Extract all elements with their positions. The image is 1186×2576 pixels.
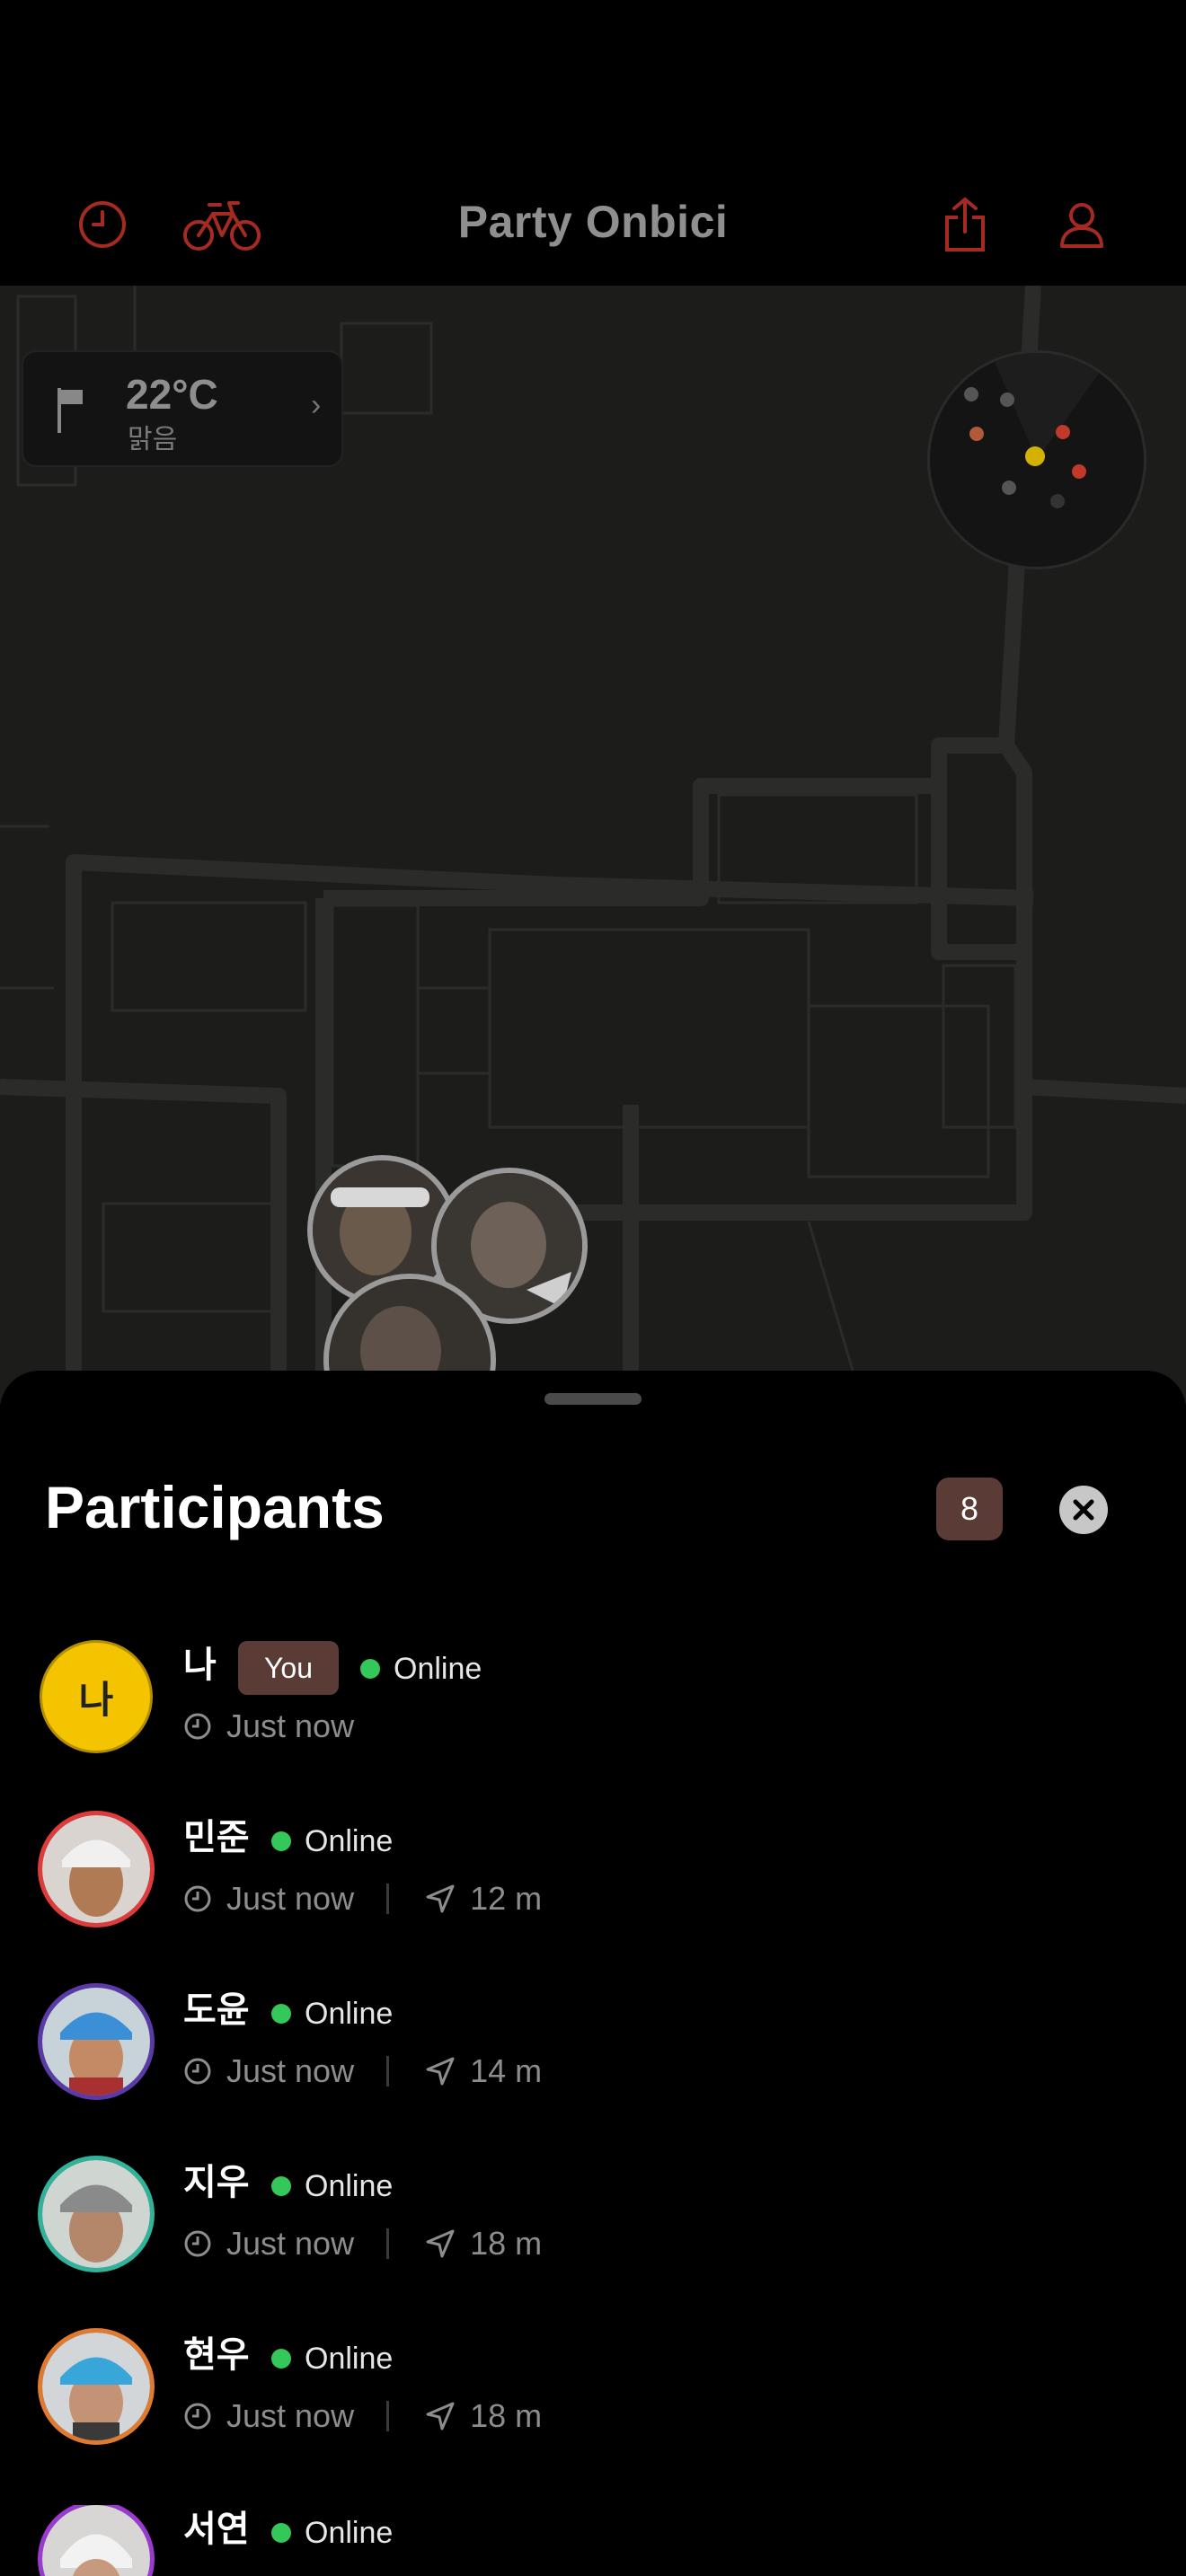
clock-icon [184, 2403, 211, 2430]
meta-separator [386, 2056, 390, 2086]
avatar [42, 1815, 150, 1923]
avatar-photo-icon [42, 2505, 150, 2576]
participant-name: 민준 [183, 1818, 250, 1857]
location-arrow-icon [426, 2057, 455, 2086]
share-button[interactable] [929, 189, 1001, 260]
sheet-title: Participants [45, 1474, 385, 1540]
clock-icon [184, 2058, 211, 2085]
participant-meta: Just now 18 m [183, 2397, 542, 2435]
clock-icon [184, 1885, 211, 1912]
participant-name: 서연 [183, 2510, 250, 2549]
flag-icon [58, 388, 83, 433]
close-icon [1073, 1499, 1094, 1521]
distance-text: 12 m [470, 1880, 543, 1917]
last-seen-text: Just now [226, 2052, 355, 2089]
distance-text: 18 m [470, 2225, 543, 2262]
page-title: Party Onbici [457, 197, 729, 247]
participant-name: 나 [183, 1645, 217, 1685]
radar-icon [964, 353, 1101, 508]
share-icon [945, 197, 985, 251]
online-indicator [271, 1831, 291, 1851]
status-text: Online [305, 2342, 394, 2376]
participant-meta: Just now 18 m [183, 2225, 542, 2263]
avatar-photo-icon [42, 2333, 150, 2440]
avatar [42, 2160, 150, 2268]
location-arrow-icon [426, 1884, 455, 1913]
participant-row[interactable]: 현우 Online Just now 18 m [0, 2333, 1186, 2503]
avatar-photo-icon [42, 2160, 150, 2268]
online-indicator [271, 2349, 291, 2369]
chevron-right-icon: › [311, 388, 322, 422]
status-text: Online [305, 1997, 394, 2031]
participant-meta: Just now 12 m [183, 1880, 542, 1918]
status-text: Online [305, 2169, 394, 2203]
participant-count-badge: 8 [936, 1478, 1003, 1540]
avatar [42, 2505, 150, 2576]
last-seen-text: Just now [226, 1880, 355, 1917]
participant-row[interactable]: 도윤 Online Just now 14 m [0, 1988, 1186, 2158]
location-arrow-icon [426, 2229, 455, 2258]
meta-separator [386, 2228, 390, 2259]
clock-icon [184, 1713, 211, 1740]
online-indicator [271, 2004, 291, 2024]
status-text: Online [305, 1824, 394, 1858]
participant-meta: Just now [183, 1707, 354, 1745]
weather-temperature: 22°C [126, 371, 218, 418]
distance-text: 18 m [470, 2397, 543, 2434]
last-seen-text: Just now [226, 2225, 355, 2262]
participant-row[interactable]: 서연 Online [0, 2505, 1186, 2576]
location-arrow-icon [426, 2402, 455, 2430]
status-text: Online [394, 1652, 482, 1686]
clock-icon [184, 2230, 211, 2257]
status-text: Online [305, 2516, 394, 2550]
distance-text: 14 m [470, 2052, 543, 2089]
avatar-photo-icon [42, 1815, 150, 1923]
profile-button[interactable] [1046, 189, 1118, 260]
avatar-photo-icon [42, 1988, 150, 2095]
sheet-grabber[interactable] [544, 1393, 642, 1405]
radar-minimap[interactable] [927, 350, 1146, 569]
online-indicator [271, 2523, 291, 2543]
avatar [42, 2333, 150, 2440]
online-indicator [271, 2176, 291, 2196]
participant-name: 현우 [183, 2335, 250, 2375]
weather-condition: 맑음 [128, 425, 178, 454]
participant-row[interactable]: 민준 Online Just now 12 m [0, 1815, 1186, 1986]
you-badge: You [238, 1641, 339, 1695]
meta-separator [386, 2401, 390, 2431]
weather-card[interactable]: 22°C 맑음 › [23, 352, 341, 465]
participant-name: 지우 [183, 2163, 250, 2202]
online-indicator [360, 1659, 380, 1679]
participant-row[interactable]: 지우 Online Just now 18 m [0, 2160, 1186, 2331]
last-seen-text: Just now [226, 1707, 355, 1744]
person-icon [1060, 203, 1103, 248]
avatar [42, 1988, 150, 2095]
close-button[interactable] [1059, 1486, 1108, 1534]
meta-separator [386, 1883, 390, 1914]
participant-row[interactable]: 나 나 You Online Just now [0, 1641, 1186, 1813]
avatar-initial: 나 [78, 1678, 114, 1721]
participant-meta: Just now 14 m [183, 2052, 542, 2090]
top-bar: Party Onbici [0, 0, 1186, 286]
last-seen-text: Just now [226, 2397, 355, 2434]
avatar: 나 [42, 1643, 150, 1751]
participant-name: 도윤 [183, 1990, 250, 2030]
